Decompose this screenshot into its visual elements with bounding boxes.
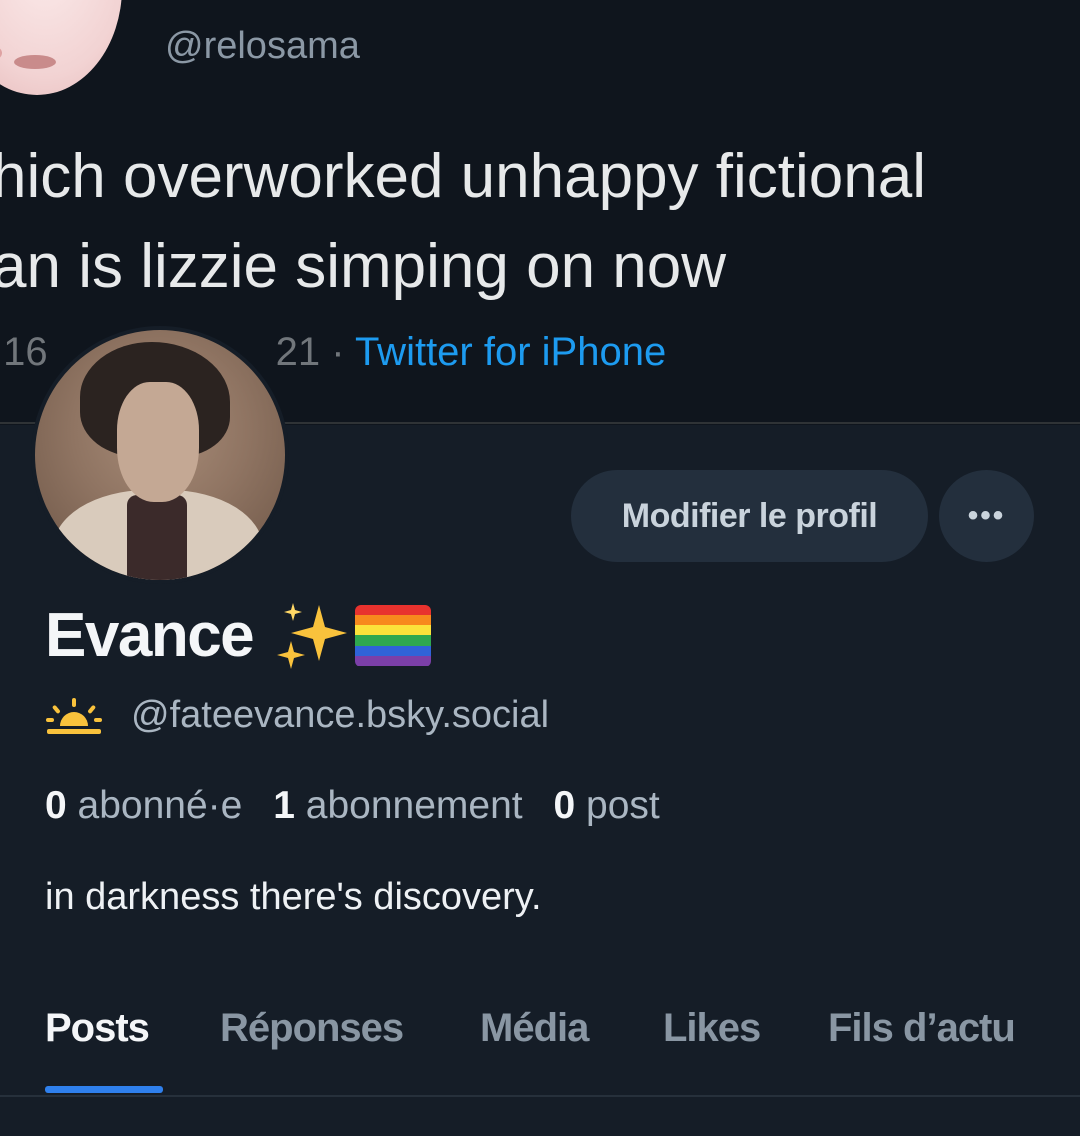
banner-tweet-handle: @relosama — [165, 25, 360, 67]
tab-feeds[interactable]: Fils d’actu — [828, 1006, 1016, 1051]
following-stat[interactable]: 1 abonnement — [273, 784, 522, 827]
avatar-mouth — [14, 55, 56, 69]
followers-count: 0 — [45, 784, 67, 827]
banner-tweet-line: hich overworked unhappy fictional — [0, 142, 926, 211]
banner-tweet-text: hich overworked unhappy fictional an is … — [0, 132, 1080, 312]
sparkles-icon — [277, 602, 348, 669]
tab-posts[interactable]: Posts — [45, 1006, 150, 1051]
display-name: Evance — [45, 601, 255, 670]
following-count: 1 — [273, 784, 295, 827]
profile-tabs: Posts Réponses Média Likes Fils d’actu — [0, 1000, 1080, 1096]
handle-row: @fateevance.bsky.social — [45, 694, 549, 737]
posts-count: 0 — [553, 784, 576, 827]
avatar-collar — [127, 495, 187, 580]
avatar-cheek — [0, 46, 2, 60]
banner-tweet-line: an is lizzie simping on now — [0, 232, 727, 301]
more-options-button[interactable]: ••• — [939, 470, 1034, 562]
avatar-image — [35, 330, 285, 580]
tabs-divider — [0, 1095, 1080, 1097]
banner-tweet-time: :16 — [0, 330, 48, 374]
followers-label: abonné·e — [77, 784, 243, 827]
tab-replies[interactable]: Réponses — [220, 1006, 404, 1051]
followers-stat[interactable]: 0 abonné·e — [45, 784, 242, 827]
posts-label: post — [586, 784, 660, 827]
active-tab-indicator — [45, 1086, 163, 1093]
more-icon: ••• — [967, 499, 1006, 532]
profile-stats: 0 abonné·e 1 abonnement 0 post — [45, 784, 660, 828]
rainbow-flag-icon — [355, 604, 432, 667]
tab-media[interactable]: Média — [480, 1006, 589, 1051]
following-label: abonnement — [305, 784, 523, 827]
banner-tweet-avatar — [0, 0, 122, 95]
profile-avatar[interactable] — [31, 326, 289, 584]
banner-tweet-source: Twitter for iPhone — [354, 330, 667, 374]
display-name-row: Evance — [45, 600, 432, 671]
avatar-face — [117, 382, 199, 502]
meta-separator: · — [331, 330, 345, 374]
posts-stat: 0 post — [553, 784, 659, 827]
tab-likes[interactable]: Likes — [663, 1006, 761, 1051]
profile-bio: in darkness there's discovery. — [45, 876, 542, 918]
sunrise-icon — [46, 697, 102, 734]
edit-profile-button[interactable]: Modifier le profil — [571, 470, 928, 562]
banner-tweet-date: 21 — [275, 330, 321, 374]
profile-handle[interactable]: @fateevance.bsky.social — [131, 694, 549, 737]
